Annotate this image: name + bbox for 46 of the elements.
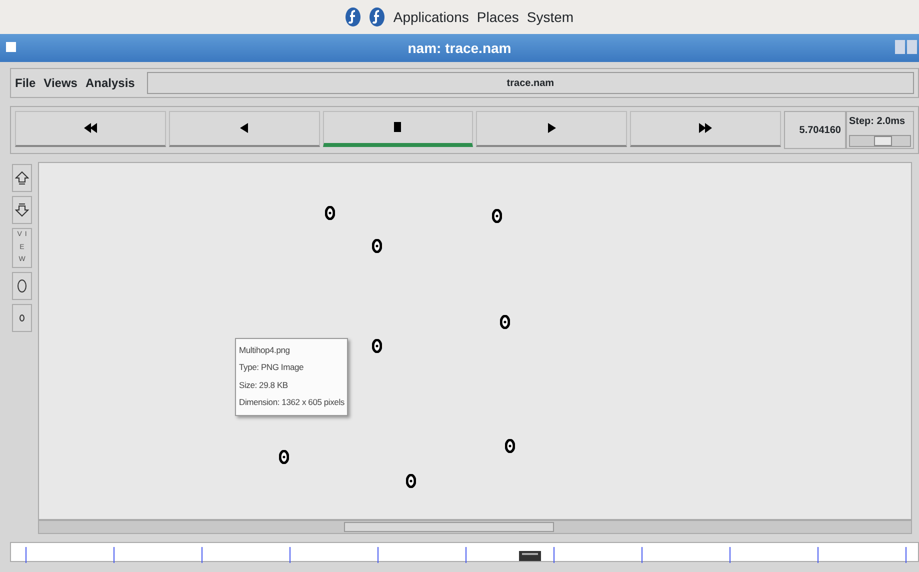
menu-item[interactable]: File bbox=[15, 74, 36, 92]
step-slider[interactable] bbox=[848, 135, 911, 147]
scroll-thumb[interactable] bbox=[344, 522, 554, 532]
play-backward-icon bbox=[238, 123, 251, 134]
play-backward-button[interactable] bbox=[168, 111, 320, 147]
play-button[interactable] bbox=[476, 111, 628, 147]
file-name-label: trace.nam bbox=[146, 72, 914, 94]
tooltip-line: Multihop4.png bbox=[239, 344, 291, 357]
tooltip-line: Dimension: 1362 x 605 pixels bbox=[239, 396, 344, 410]
time-display: 5.704160 bbox=[784, 111, 846, 149]
stop-button[interactable] bbox=[322, 111, 474, 147]
menu-item[interactable]: Analysis bbox=[85, 74, 135, 92]
small-circle-button[interactable] bbox=[12, 304, 32, 332]
node-icon bbox=[505, 439, 515, 453]
circle-button[interactable] bbox=[12, 272, 32, 300]
fast-forward-icon bbox=[699, 123, 712, 134]
arrow-up-icon bbox=[15, 171, 29, 185]
node-icon bbox=[279, 450, 289, 464]
node-icon bbox=[372, 339, 382, 353]
fedora-logo-icon[interactable] bbox=[369, 7, 386, 27]
rewind-icon bbox=[84, 123, 97, 134]
fedora-logo-icon[interactable] bbox=[345, 7, 362, 27]
tooltip-line: Type: PNG Image bbox=[239, 361, 305, 374]
window-title: nam: trace.nam bbox=[408, 38, 512, 58]
zoom-out-button[interactable] bbox=[12, 196, 32, 224]
slider-thumb[interactable] bbox=[874, 136, 892, 146]
zoom-in-button[interactable] bbox=[12, 164, 32, 192]
node-icon bbox=[500, 315, 510, 329]
horizontal-scrollbar[interactable] bbox=[38, 520, 912, 534]
node-icon bbox=[325, 206, 335, 220]
panel-menu[interactable]: Places bbox=[476, 6, 519, 28]
fast-forward-button[interactable] bbox=[630, 111, 781, 147]
tooltip-line: Size: 29.8 KB bbox=[239, 378, 289, 392]
panel-menu[interactable]: Applications bbox=[393, 6, 469, 28]
rewind-button[interactable] bbox=[15, 111, 166, 147]
node-icon bbox=[406, 474, 416, 488]
node-icon bbox=[372, 239, 382, 253]
step-label: Step: 2.0ms bbox=[848, 115, 906, 129]
circle-icon bbox=[15, 279, 29, 293]
time-marker-icon[interactable] bbox=[519, 551, 541, 561]
window-controls[interactable] bbox=[895, 40, 917, 54]
arrow-down-icon bbox=[15, 203, 29, 217]
panel-menu[interactable]: System bbox=[526, 6, 574, 28]
play-icon bbox=[545, 123, 558, 134]
menu-item[interactable]: Views bbox=[44, 74, 78, 92]
node-icon bbox=[492, 209, 502, 223]
